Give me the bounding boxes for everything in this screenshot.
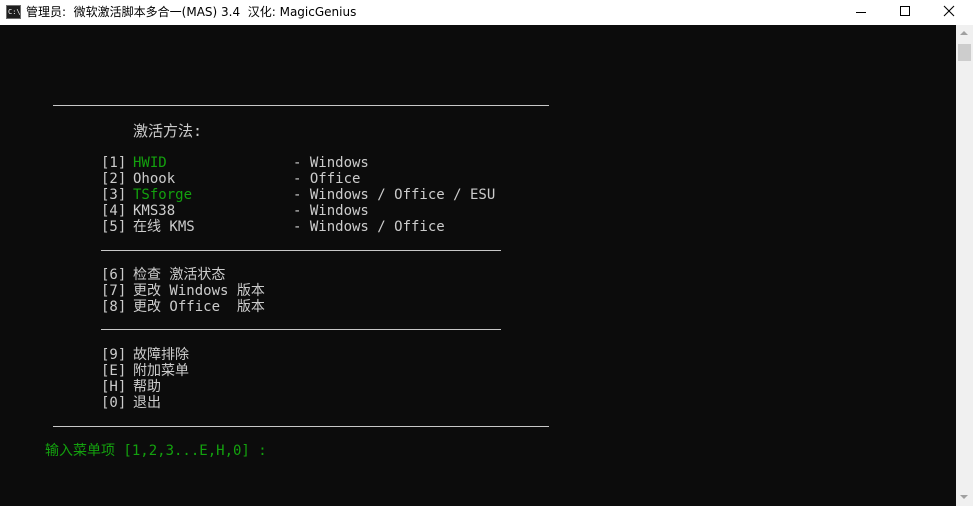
misc-help: 帮助	[133, 379, 161, 395]
divider-bottom	[53, 426, 549, 427]
tool-change-windows-edition: 更改 Windows 版本	[133, 283, 265, 299]
close-icon	[943, 5, 955, 17]
misc-extras-menu: 附加菜单	[133, 363, 189, 379]
divider-top	[53, 105, 549, 106]
scroll-thumb[interactable]	[958, 44, 971, 61]
misc-exit: 退出	[133, 395, 161, 411]
method-key: [2]	[101, 171, 127, 187]
misc-key: [H]	[101, 379, 127, 395]
method-desc: - Windows	[293, 203, 369, 219]
method-key: [5]	[101, 219, 127, 235]
tool-key: [8]	[101, 299, 127, 315]
method-name-tsforge: TSforge	[133, 187, 193, 203]
close-button[interactable]	[927, 0, 973, 25]
maximize-button[interactable]	[882, 0, 928, 25]
misc-key: [9]	[101, 347, 127, 363]
scroll-up-button[interactable]	[956, 25, 973, 42]
console-app-icon[interactable]: C:\	[6, 5, 21, 19]
console-window: C:\ 管理员: 微软激活脚本多合一(MAS) 3.4 汉化: MagicGen…	[0, 0, 973, 506]
tool-check-status: 检查 激活状态	[133, 267, 226, 283]
method-name-kms38: KMS38	[133, 203, 176, 219]
divider-tools	[101, 329, 501, 330]
scroll-down-button[interactable]	[956, 489, 973, 506]
method-desc: - Office	[293, 171, 361, 187]
misc-key: [E]	[101, 363, 127, 379]
method-key: [4]	[101, 203, 127, 219]
method-desc: - Windows / Office / ESU	[293, 187, 496, 203]
method-key: [1]	[101, 155, 127, 171]
tool-change-office-edition: 更改 Office 版本	[133, 299, 265, 315]
misc-troubleshoot: 故障排除	[133, 347, 189, 363]
title-bar[interactable]: C:\ 管理员: 微软激活脚本多合一(MAS) 3.4 汉化: MagicGen…	[0, 0, 973, 25]
minimize-icon	[856, 12, 866, 13]
tool-key: [6]	[101, 267, 127, 283]
chevron-down-icon	[960, 495, 968, 499]
method-key: [3]	[101, 187, 127, 203]
menu-heading: 激活方法:	[133, 122, 203, 140]
input-prompt[interactable]: 输入菜单项 [1,2,3...E,H,0] :	[45, 443, 267, 459]
minimize-button[interactable]	[839, 0, 885, 25]
method-desc: - Windows	[293, 155, 369, 171]
misc-key: [0]	[101, 395, 127, 411]
method-name-hwid: HWID	[133, 155, 167, 171]
maximize-icon	[900, 6, 910, 16]
window-title: 管理员: 微软激活脚本多合一(MAS) 3.4 汉化: MagicGenius	[26, 5, 357, 19]
divider-methods	[101, 250, 501, 251]
tool-key: [7]	[101, 283, 127, 299]
console-output[interactable]: 激活方法: [1] HWID - Windows [2] Ohook - Off…	[0, 25, 956, 506]
chevron-up-icon	[960, 31, 968, 35]
vertical-scrollbar[interactable]	[956, 25, 973, 506]
method-name-ohook: Ohook	[133, 171, 176, 187]
method-desc: - Windows / Office	[293, 219, 445, 235]
method-name-online-kms: 在线 KMS	[133, 219, 195, 235]
